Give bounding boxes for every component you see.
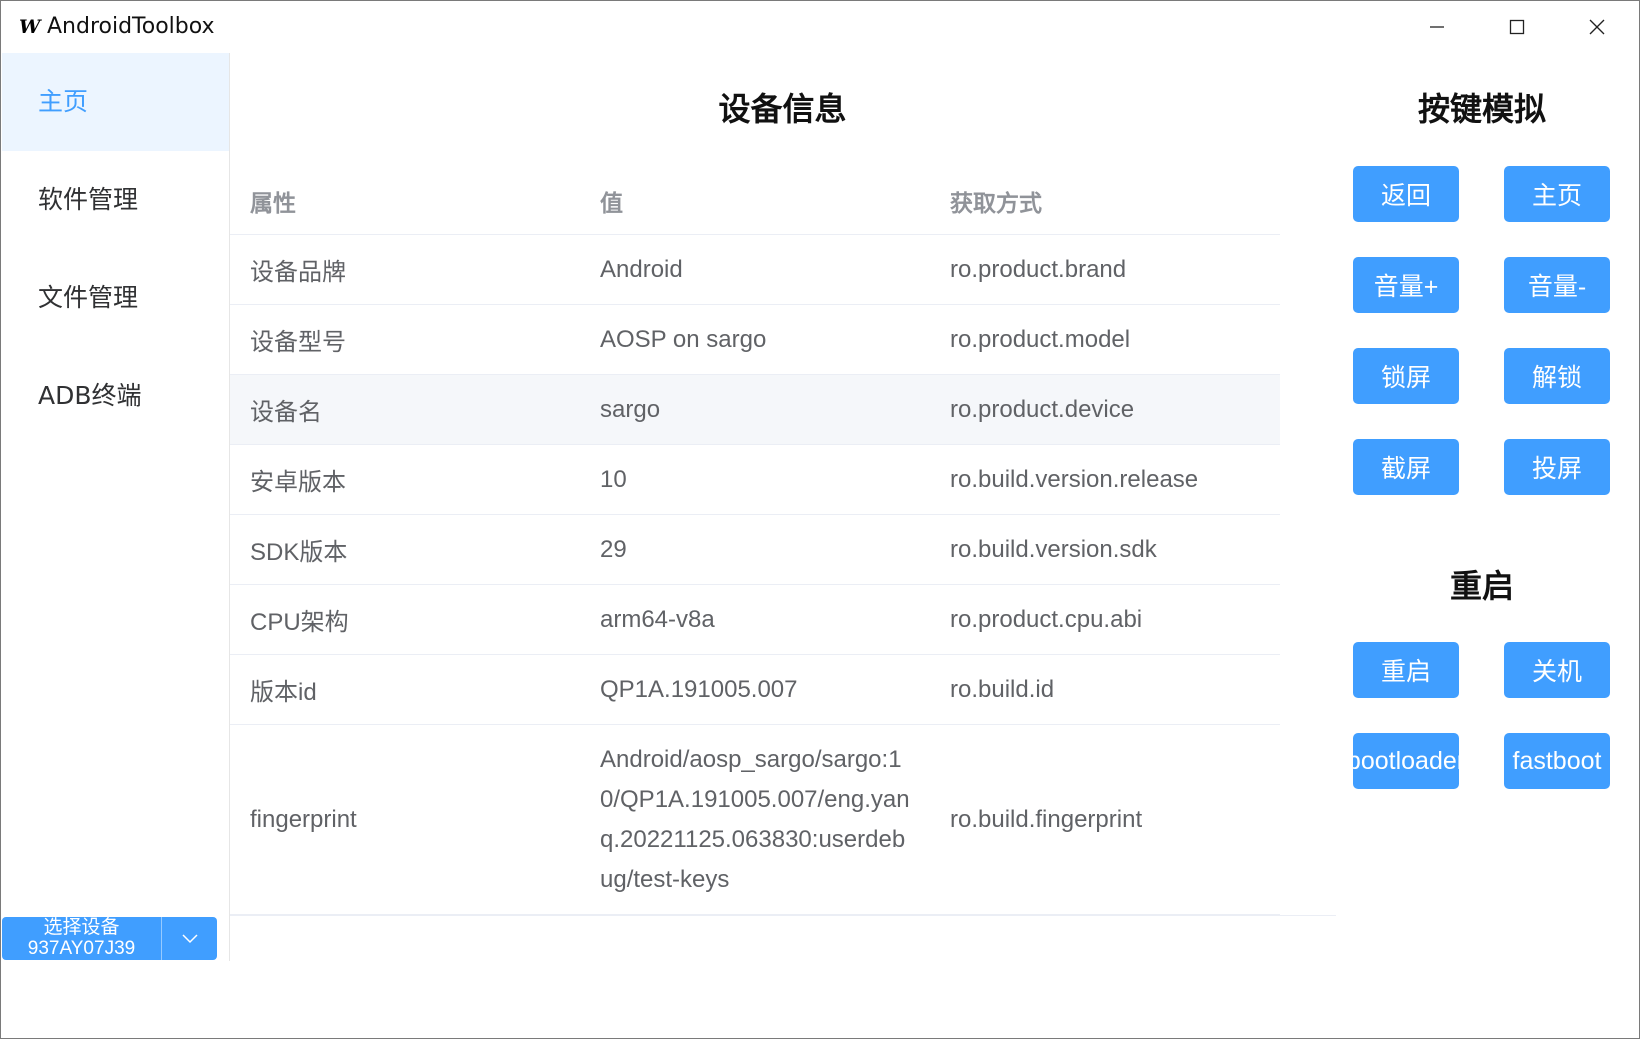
key-sim-title: 按键模拟 [1417,90,1546,128]
table-row: 设备型号 AOSP on sargo ro.product.model [230,305,1280,375]
close-icon [1589,19,1605,35]
table-bottom-border [230,915,1336,916]
app-window: W AndroidToolbox 主页 软件管理 文件管理 ADB终端 选择设备… [0,0,1640,1039]
maximize-button[interactable] [1477,1,1557,53]
cell-value: arm64-v8a [600,605,715,633]
sidebar-item-apps[interactable]: 软件管理 [2,151,229,249]
reboot-fastboot-button[interactable]: fastboot [1504,733,1610,789]
power-off-button[interactable]: 关机 [1504,642,1610,698]
cell-attr: 设备名 [250,399,322,426]
cell-value: QP1A.191005.007 [600,675,798,703]
table-row: CPU架构 arm64-v8a ro.product.cpu.abi [230,585,1280,655]
cell-source: ro.build.version.sdk [950,535,1157,563]
title-bar: W AndroidToolbox [1,1,1639,53]
device-select-value: 937AY07J39 [27,938,136,959]
close-button[interactable] [1557,1,1637,53]
cell-source: ro.product.cpu.abi [950,605,1143,633]
cell-attr: fingerprint [250,805,357,833]
lock-screen-button[interactable]: 锁屏 [1353,348,1459,404]
reboot-button[interactable]: 重启 [1353,642,1459,698]
table-row: 安卓版本 10 ro.build.version.release [230,445,1280,515]
app-logo-icon: W [19,16,41,38]
home-key-button[interactable]: 主页 [1504,166,1610,222]
back-key-button[interactable]: 返回 [1353,166,1459,222]
cell-value: sargo [600,395,661,423]
cell-value: AOSP on sargo [600,325,767,353]
table-row: SDK版本 29 ro.build.version.sdk [230,515,1280,585]
volume-down-button[interactable]: 音量- [1504,257,1610,313]
reboot-section-title: 重启 [1449,567,1514,605]
device-info-table: 属性 值 获取方式 设备品牌 Android ro.product.brand … [230,167,1280,915]
cell-source: ro.product.brand [950,255,1127,283]
column-header-attr: 属性 [250,190,296,217]
cell-source: ro.build.version.release [950,465,1199,493]
cell-source: ro.build.fingerprint [950,805,1143,833]
minimize-icon [1430,26,1444,28]
volume-up-button[interactable]: 音量+ [1353,257,1459,313]
minimize-button[interactable] [1397,1,1477,53]
table-header-row: 属性 值 获取方式 [230,167,1280,235]
maximize-icon [1509,19,1525,35]
device-dropdown-toggle[interactable] [162,917,217,960]
cell-value: Android/aosp_sargo/sargo:10/QP1A.191005.… [600,725,930,914]
cell-attr: 设备型号 [250,329,346,356]
screenshot-button[interactable]: 截屏 [1353,439,1459,495]
sidebar-item-files[interactable]: 文件管理 [2,249,229,347]
cell-attr: 设备品牌 [250,259,346,286]
cell-value: 10 [600,465,627,493]
screen-cast-button[interactable]: 投屏 [1504,439,1610,495]
device-info-title: 设备信息 [718,90,847,128]
table-row: 版本id QP1A.191005.007 ro.build.id [230,655,1280,725]
cell-source: ro.build.id [950,675,1055,703]
sidebar-item-home[interactable]: 主页 [2,53,229,151]
cell-source: ro.product.device [950,395,1135,423]
table-row: 设备品牌 Android ro.product.brand [230,235,1280,305]
cell-attr: CPU架构 [250,609,349,636]
column-header-value: 值 [600,190,623,217]
cell-attr: SDK版本 [250,539,348,566]
cell-value: Android [600,255,683,283]
chevron-down-icon [181,933,198,943]
fingerprint-value: Android/aosp_sargo/sargo:10/QP1A.191005.… [600,745,910,893]
column-header-source: 获取方式 [950,190,1042,217]
cell-attr: 安卓版本 [250,469,346,496]
device-select-button[interactable]: 选择设备 937AY07J39 [2,917,162,960]
table-row: 设备名 sargo ro.product.device [230,375,1280,445]
sidebar-item-adb-terminal[interactable]: ADB终端 [2,347,229,445]
window-title: AndroidToolbox [47,14,215,39]
device-select-label: 选择设备 [43,917,120,938]
cell-attr: 版本id [250,679,317,706]
cell-source: ro.product.model [950,325,1131,353]
device-select-dropdown[interactable]: 选择设备 937AY07J39 [2,917,217,960]
sidebar-nav: 主页 软件管理 文件管理 ADB终端 [2,53,230,961]
unlock-button[interactable]: 解锁 [1504,348,1610,404]
table-row: fingerprint Android/aosp_sargo/sargo:10/… [230,725,1280,915]
reboot-bootloader-button[interactable]: bootloader [1353,733,1459,789]
cell-value: 29 [600,535,627,563]
